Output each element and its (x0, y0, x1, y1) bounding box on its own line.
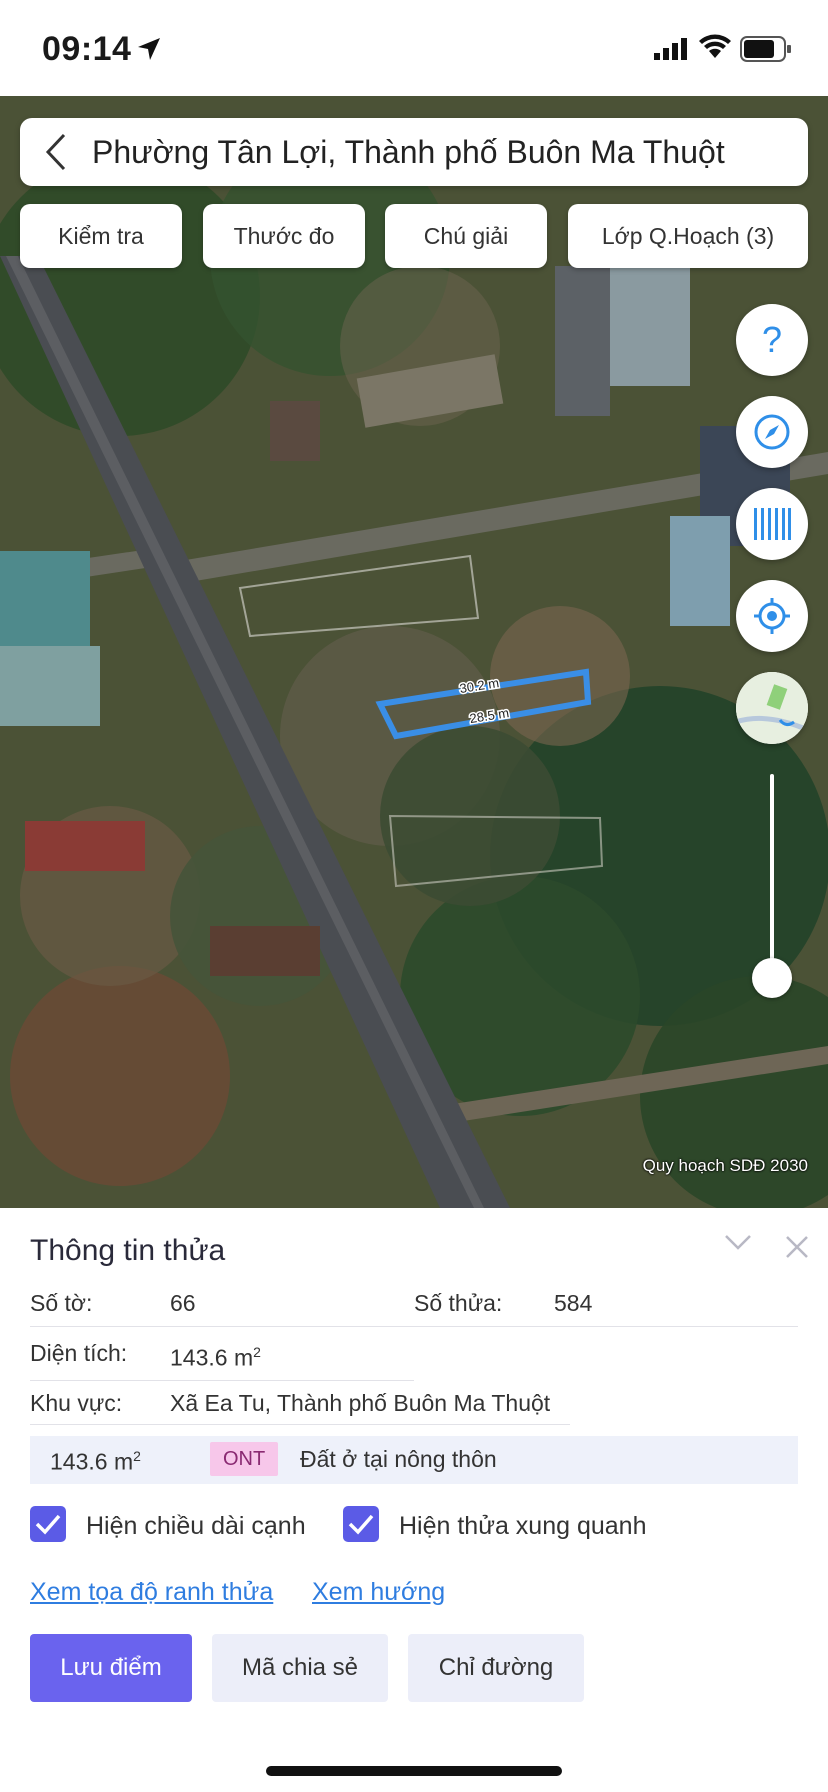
checkmark-icon (35, 1514, 61, 1535)
close-icon[interactable] (784, 1234, 810, 1260)
parcel-number-value: 584 (554, 1290, 593, 1316)
chevron-down-icon[interactable] (724, 1232, 752, 1252)
area-label: Diện tích: (30, 1340, 128, 1366)
barcode-icon (754, 508, 791, 540)
location-title: Phường Tân Lợi, Thành phố Buôn Ma Thuột (92, 133, 725, 170)
map-thumbnail-icon (736, 672, 808, 744)
show-surrounding-parcels-label[interactable]: Hiện thửa xung quanh (399, 1512, 646, 1541)
divider (30, 1326, 798, 1327)
show-edge-length-checkbox[interactable] (30, 1506, 66, 1542)
svg-text:?: ? (762, 320, 782, 360)
cellular-signal-icon (654, 38, 687, 60)
battery-icon (740, 36, 791, 62)
show-surrounding-parcels-checkbox[interactable] (343, 1506, 379, 1542)
locate-button[interactable] (736, 580, 808, 652)
wifi-icon (699, 34, 731, 58)
help-icon: ? (762, 320, 782, 360)
land-use-code-badge: ONT (210, 1442, 279, 1476)
barcode-button[interactable] (736, 488, 808, 560)
map-type-button[interactable] (736, 672, 808, 744)
compass-button[interactable] (736, 396, 808, 468)
status-time: 09:14 (42, 30, 132, 68)
divider (30, 1380, 414, 1381)
show-edge-length-label[interactable]: Hiện chiều dài cạnh (86, 1512, 306, 1541)
sheet-number-value: 66 (170, 1290, 196, 1316)
measure-chip[interactable]: Thước đo (203, 204, 365, 268)
parcel-info-panel: Thông tin thửa Số tờ: 66 Số thửa: 584 Di… (0, 1208, 828, 1792)
zoom-slider-handle[interactable] (752, 958, 792, 998)
panel-title: Thông tin thửa (30, 1234, 226, 1267)
area-value: 143.6 m2 (170, 1344, 261, 1371)
check-chip[interactable]: Kiểm tra (20, 204, 182, 268)
location-arrow-icon (138, 38, 160, 60)
land-use-description: Đất ở tại nông thôn (300, 1446, 497, 1472)
share-code-button[interactable]: Mã chia sẻ (212, 1634, 388, 1702)
save-point-button[interactable]: Lưu điểm (30, 1634, 192, 1702)
help-button[interactable]: ? (736, 304, 808, 376)
checkmark-icon (348, 1514, 374, 1535)
region-label: Khu vực: (30, 1390, 123, 1416)
back-button[interactable] (20, 118, 92, 186)
status-bar: 09:14 (0, 0, 828, 96)
view-boundary-coordinates-link[interactable]: Xem tọa độ ranh thửa (30, 1578, 273, 1607)
land-use-row: 143.6 m2 ONT Đất ở tại nông thôn (30, 1436, 798, 1484)
view-direction-link[interactable]: Xem hướng (312, 1578, 445, 1607)
legend-chip[interactable]: Chú giải (385, 204, 547, 268)
parcel-number-label: Số thửa: (414, 1290, 503, 1316)
compass-icon (754, 414, 790, 450)
search-bar[interactable]: Phường Tân Lợi, Thành phố Buôn Ma Thuột (20, 118, 808, 186)
land-use-area: 143.6 m2 (50, 1448, 141, 1475)
map-attribution: Quy hoạch SDĐ 2030 (642, 1156, 808, 1175)
divider (30, 1424, 570, 1425)
chevron-left-icon (45, 133, 66, 171)
home-indicator (266, 1766, 562, 1776)
planning-layer-chip[interactable]: Lớp Q.Hoạch (3) (568, 204, 808, 268)
region-value: Xã Ea Tu, Thành phố Buôn Ma Thuột (170, 1390, 551, 1416)
zoom-slider-track[interactable] (770, 774, 774, 978)
sheet-number-label: Số tờ: (30, 1290, 93, 1316)
directions-button[interactable]: Chỉ đường (408, 1634, 584, 1702)
locate-icon (754, 598, 790, 634)
